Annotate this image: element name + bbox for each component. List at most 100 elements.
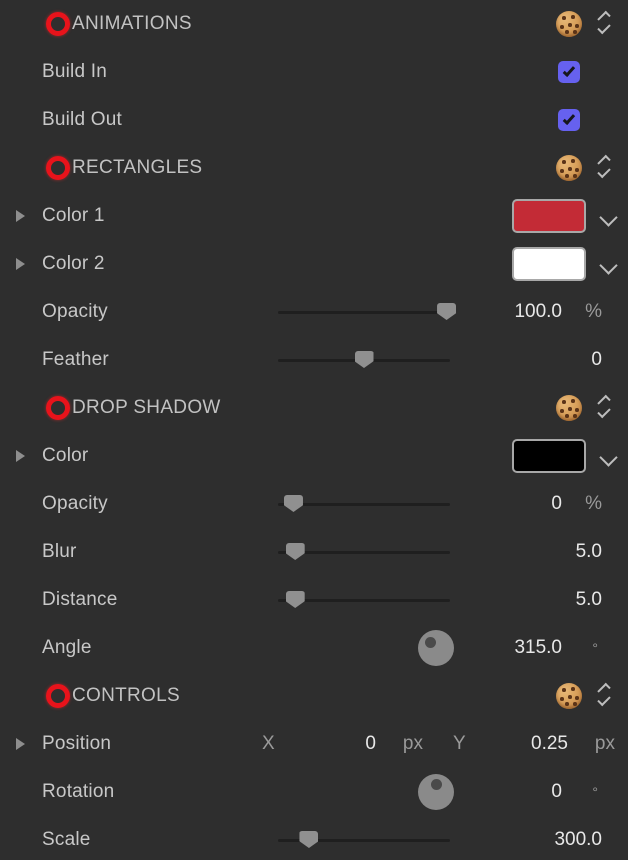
value-shadow-distance: 5.0 — [575, 589, 602, 610]
color-swatch-color-1[interactable] — [512, 199, 586, 233]
slider-knob[interactable] — [437, 303, 457, 320]
row-controls: CONTROLS — [0, 672, 628, 720]
slider-knob[interactable] — [285, 543, 305, 560]
disclosure-triangle-color-2[interactable] — [16, 258, 25, 270]
check-icon — [562, 64, 576, 78]
cookie-chip-icon — [562, 16, 566, 20]
cookie-chip-icon — [575, 168, 579, 172]
section-label-animations: ANIMATIONS — [72, 13, 192, 34]
checkbox-build-out[interactable] — [558, 109, 580, 131]
label-rotation: Rotation — [42, 781, 115, 802]
disclosure-triangle-shadow-color[interactable] — [16, 450, 25, 462]
value-position-y: 0.25 — [531, 733, 568, 754]
cookie-chip-icon — [562, 688, 566, 692]
cookie-icon — [556, 155, 582, 181]
dial-indicator — [430, 779, 442, 790]
slider-track — [278, 311, 450, 314]
slider-knob[interactable] — [285, 591, 305, 608]
cookie-chip-icon — [560, 25, 564, 29]
value-position-x: 0 — [365, 733, 376, 754]
value-shadow-blur: 5.0 — [575, 541, 602, 562]
row-rotation: Rotation 0 ° — [0, 768, 628, 816]
cookie-chip-icon — [573, 30, 577, 34]
value-rect-opacity: 100.0 — [514, 301, 562, 322]
stepper-controls[interactable] — [596, 682, 614, 709]
section-label-controls: CONTROLS — [72, 685, 180, 706]
stepper-rectangles[interactable] — [596, 154, 614, 181]
row-rect-feather: Feather 0 — [0, 336, 628, 384]
cookie-chip-icon — [568, 167, 572, 171]
color-swatch-color-2[interactable] — [512, 247, 586, 281]
chevron-down-icon[interactable] — [599, 448, 618, 467]
slider-rect-opacity[interactable] — [278, 302, 457, 322]
slider-knob[interactable] — [283, 495, 303, 512]
chevron-down-icon[interactable] — [599, 256, 618, 275]
stepper-drop-shadow[interactable] — [596, 394, 614, 421]
chevron-down-icon — [597, 20, 611, 35]
row-animations: ANIMATIONS — [0, 0, 628, 48]
slider-rect-feather[interactable] — [278, 350, 450, 370]
label-shadow-blur: Blur — [42, 541, 77, 562]
color-swatch-shadow-color[interactable] — [512, 439, 586, 473]
label-position: Position — [42, 733, 112, 754]
cookie-icon — [556, 683, 582, 709]
cookie-chip-icon — [575, 408, 579, 412]
unit-position-y: px — [594, 733, 615, 754]
slider-shadow-opacity[interactable] — [278, 494, 450, 514]
checkbox-build-in[interactable] — [558, 61, 580, 83]
row-rect-opacity: Opacity 100.0% — [0, 288, 628, 336]
cookie-chip-icon — [575, 696, 579, 700]
row-shadow-distance: Distance 5.0 — [0, 576, 628, 624]
cookie-chip-icon — [560, 409, 564, 413]
cookie-chip-icon — [562, 400, 566, 404]
stepper-animations[interactable] — [596, 10, 614, 37]
disclosure-triangle-position[interactable] — [16, 738, 25, 750]
cookie-chip-icon — [573, 414, 577, 418]
row-shadow-blur: Blur 5.0 — [0, 528, 628, 576]
label-rect-feather: Feather — [42, 349, 109, 370]
chevron-down-icon[interactable] — [599, 208, 618, 227]
chevron-down-icon — [597, 692, 611, 707]
slider-knob[interactable] — [354, 351, 374, 368]
axis-y-label: Y — [453, 733, 466, 754]
label-scale: Scale — [42, 829, 91, 850]
chevron-down-icon — [597, 164, 611, 179]
record-ring-icon[interactable] — [46, 156, 70, 180]
record-ring-icon[interactable] — [46, 684, 70, 708]
slider-shadow-distance[interactable] — [278, 590, 450, 610]
cookie-chip-icon — [571, 687, 575, 691]
row-color-1: Color 1 — [0, 192, 628, 240]
row-shadow-angle: Angle 315.0 ° — [0, 624, 628, 672]
section-label-rectangles: RECTANGLES — [72, 157, 203, 178]
unit-shadow-angle: ° — [592, 640, 598, 656]
label-build-out: Build Out — [42, 109, 122, 130]
slider-scale[interactable] — [278, 830, 450, 850]
disclosure-triangle-color-1[interactable] — [16, 210, 25, 222]
cookie-icon — [556, 395, 582, 421]
record-ring-icon[interactable] — [46, 12, 70, 36]
cookie-chip-icon — [568, 23, 572, 27]
value-scale: 300.0 — [554, 829, 602, 850]
dial-shadow-angle[interactable] — [418, 630, 454, 666]
value-shadow-angle: 315.0 — [514, 637, 562, 658]
slider-shadow-blur[interactable] — [278, 542, 450, 562]
unit-rotation: ° — [592, 784, 598, 800]
label-rect-opacity: Opacity — [42, 301, 108, 322]
slider-knob[interactable] — [299, 831, 319, 848]
chevron-down-icon — [597, 404, 611, 419]
cookie-chip-icon — [565, 414, 569, 418]
label-shadow-color: Color — [42, 445, 89, 466]
cookie-chip-icon — [571, 159, 575, 163]
cookie-chip-icon — [568, 407, 572, 411]
cookie-chip-icon — [565, 174, 569, 178]
cookie-icon — [556, 11, 582, 37]
value-rect-feather: 0 — [591, 349, 602, 370]
value-rotation: 0 — [551, 781, 562, 802]
dial-rotation[interactable] — [418, 774, 454, 810]
label-color-2: Color 2 — [42, 253, 105, 274]
row-rectangles: RECTANGLES — [0, 144, 628, 192]
row-drop-shadow: DROP SHADOW — [0, 384, 628, 432]
record-ring-icon[interactable] — [46, 396, 70, 420]
cookie-chip-icon — [560, 697, 564, 701]
cookie-chip-icon — [565, 30, 569, 34]
